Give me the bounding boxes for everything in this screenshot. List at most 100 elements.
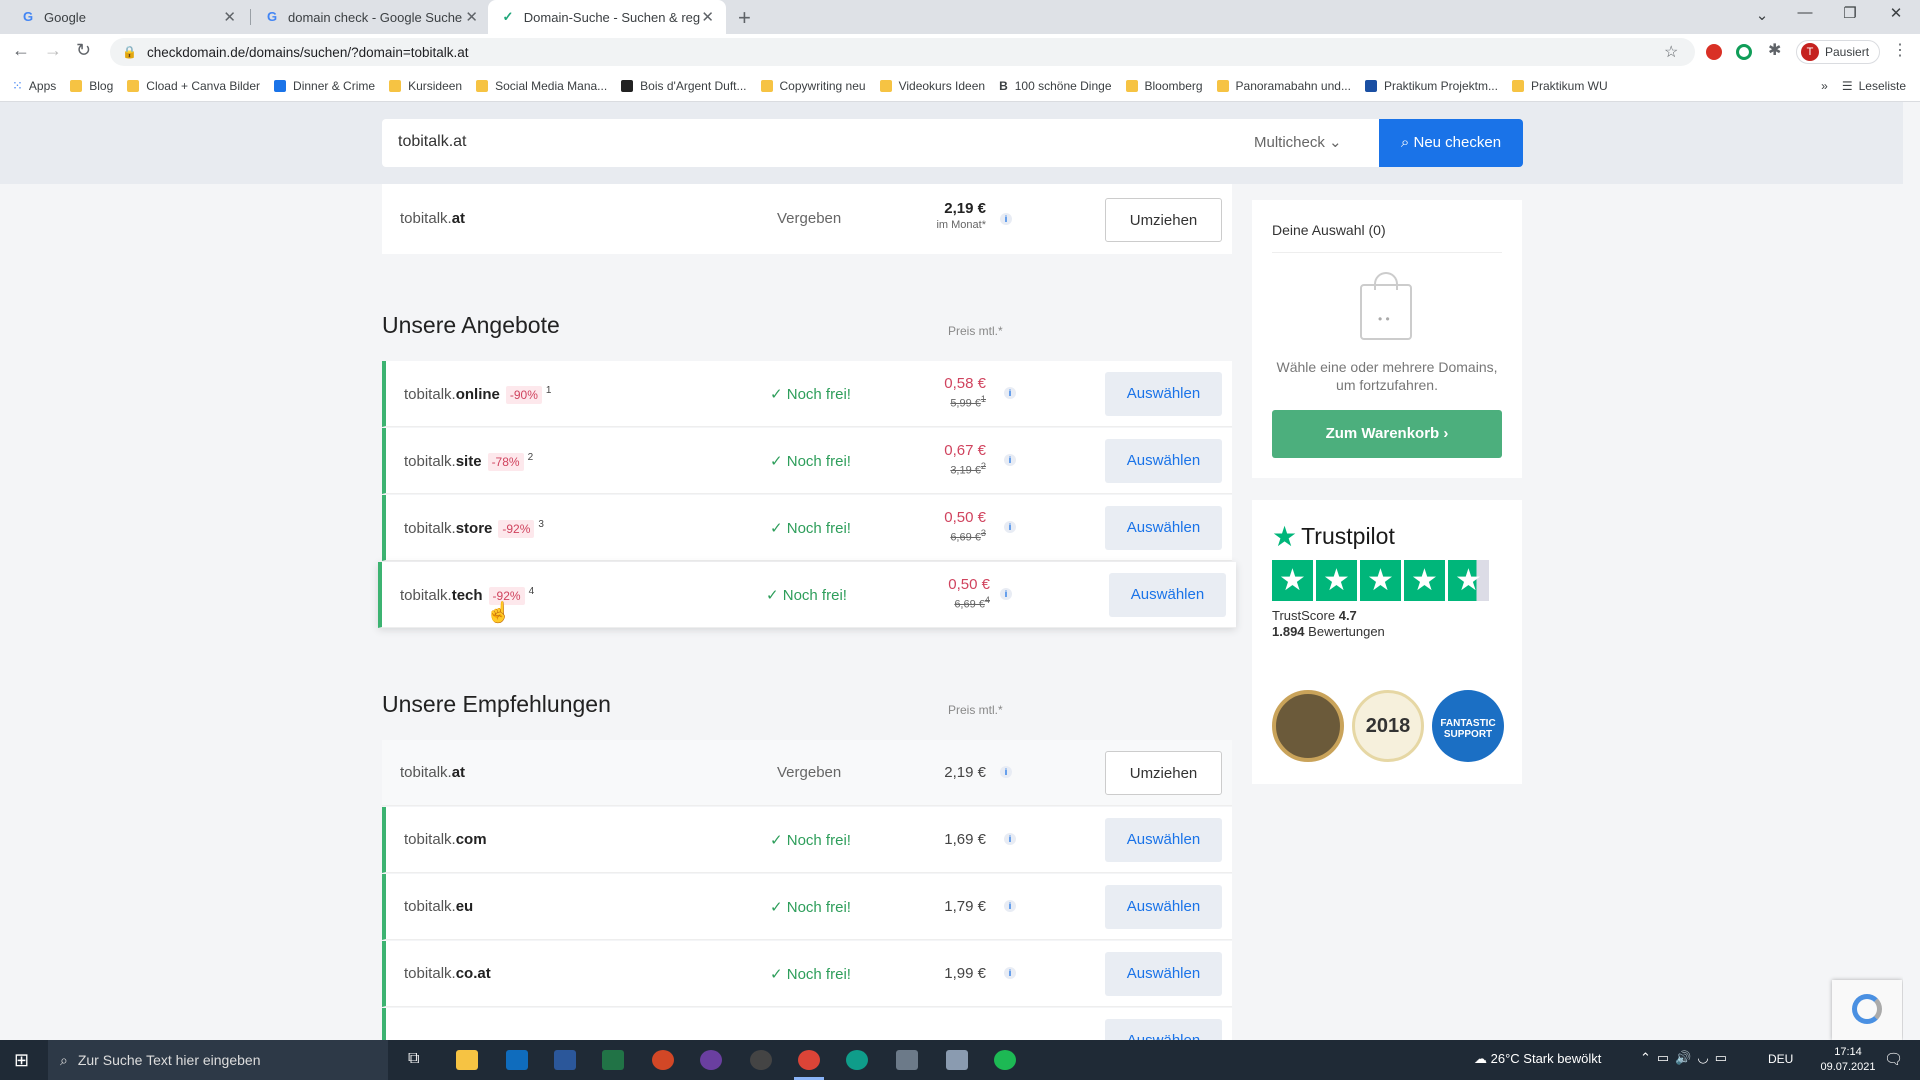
auswaehlen-button[interactable]: Auswählen: [1105, 818, 1222, 862]
trustscore: TrustScore 4.7: [1272, 608, 1357, 623]
spotify-icon[interactable]: [994, 1050, 1016, 1070]
umziehen-button[interactable]: Umziehen: [1105, 751, 1222, 795]
divider: [1272, 252, 1502, 253]
info-icon[interactable]: i: [1004, 454, 1016, 466]
auswaehlen-button[interactable]: Auswählen: [1105, 372, 1222, 416]
bookmark-item[interactable]: Cload + Canva Bilder: [127, 79, 260, 93]
reading-list[interactable]: ☰ Leseliste: [1842, 79, 1906, 93]
tab-title: Google: [44, 9, 86, 25]
auswaehlen-button[interactable]: Auswählen: [1105, 1019, 1222, 1040]
bookmark-label: Praktikum Projektm...: [1383, 78, 1498, 93]
chrome-icon[interactable]: [798, 1050, 820, 1070]
close-icon[interactable]: ✕: [223, 8, 236, 26]
app-icon[interactable]: [896, 1050, 918, 1070]
language-indicator[interactable]: DEU: [1768, 1052, 1793, 1066]
reload-icon[interactable]: ↻: [76, 40, 91, 61]
umziehen-button[interactable]: Umziehen: [1105, 198, 1222, 242]
bookmark-item[interactable]: Dinner & Crime: [274, 79, 375, 93]
forward-arrow-icon[interactable]: →: [44, 40, 62, 61]
tab-google[interactable]: G Google ✕: [8, 0, 248, 34]
close-icon[interactable]: ✕: [465, 8, 478, 26]
bookmark-apps[interactable]: ⁙ Apps: [12, 78, 56, 94]
auswaehlen-button[interactable]: Auswählen: [1109, 573, 1226, 617]
tab-domain-check[interactable]: G domain check - Google Suche ✕: [252, 0, 490, 34]
window-close-button[interactable]: ✕: [1876, 4, 1916, 22]
bookmark-label: Copywriting neu: [779, 78, 866, 93]
info-icon[interactable]: i: [1004, 833, 1016, 845]
zum-warenkorb-button[interactable]: Zum Warenkorb ›: [1272, 410, 1502, 458]
bookmark-item[interactable]: Bloomberg: [1125, 79, 1203, 93]
windows-start-icon[interactable]: ⊞: [14, 1050, 29, 1071]
price: 0,67 €3,19 €2: [944, 442, 986, 477]
weather-text: 26°C Stark bewölkt: [1490, 1051, 1602, 1066]
info-icon[interactable]: i: [1004, 900, 1016, 912]
offer-row-store: tobitalk.store -92% 3 ✓ Noch frei! 0,50 €6,6…: [382, 495, 1232, 561]
price: 0,50 €6,69 €4: [948, 576, 990, 611]
cloud-icon: ☁: [1474, 1051, 1491, 1066]
tab-title: domain check - Google Suche: [288, 9, 463, 25]
recaptcha-badge[interactable]: [1832, 980, 1902, 1040]
app-icon[interactable]: [700, 1050, 722, 1070]
info-icon[interactable]: i: [1004, 521, 1016, 533]
rating-stars: ★ ★ ★ ★ ★: [1272, 560, 1489, 601]
file-explorer-icon[interactable]: [456, 1050, 478, 1070]
taskbar-search[interactable]: ⌕ Zur Suche Text hier eingeben: [48, 1040, 388, 1080]
maximize-button[interactable]: ❐: [1830, 4, 1870, 22]
empty-bag-icon: • •: [1360, 272, 1412, 340]
task-view-icon[interactable]: ⧉: [408, 1050, 419, 1068]
notifications-icon[interactable]: 🗨: [1884, 1050, 1903, 1068]
extension-grammarly-icon[interactable]: [1736, 44, 1752, 60]
word-icon[interactable]: [554, 1050, 576, 1070]
app-icon[interactable]: [946, 1050, 968, 1070]
address-bar[interactable]: 🔒 checkdomain.de/domains/suchen/?domain=…: [110, 38, 1695, 66]
back-arrow-icon[interactable]: ←: [12, 40, 30, 61]
info-icon[interactable]: i: [1000, 213, 1012, 225]
info-icon[interactable]: i: [1000, 766, 1012, 778]
menu-kebab-icon[interactable]: ⋮: [1892, 40, 1908, 60]
bookmark-item[interactable]: Panoramabahn und...: [1216, 79, 1351, 93]
clock[interactable]: 17:14 09.07.2021: [1818, 1045, 1878, 1075]
domain-search-input[interactable]: tobitalk.at: [382, 119, 1379, 167]
bookmark-item[interactable]: Kursideen: [389, 79, 462, 93]
bookmark-item[interactable]: Videokurs Ideen: [879, 79, 985, 93]
trustpilot-panel: ★ Trustpilot ★ ★ ★ ★ ★ TrustScore 4.7 1.8…: [1252, 500, 1522, 784]
more-bookmarks-icon[interactable]: »: [1821, 79, 1828, 93]
auswaehlen-button[interactable]: Auswählen: [1105, 439, 1222, 483]
mail-icon[interactable]: [506, 1050, 528, 1070]
minimize-button[interactable]: —: [1785, 4, 1825, 21]
auswaehlen-button[interactable]: Auswählen: [1105, 952, 1222, 996]
discount-badge: -90%: [505, 386, 542, 404]
award-2018-badge: 2018: [1352, 690, 1424, 762]
system-tray-icons[interactable]: ⌃▭🔊◡▭: [1640, 1050, 1733, 1066]
auswaehlen-button[interactable]: Auswählen: [1105, 885, 1222, 929]
bookmark-item[interactable]: Praktikum WU: [1511, 79, 1608, 93]
tab-domain-suche[interactable]: ✓ Domain-Suche - Suchen & regist ✕: [488, 0, 726, 34]
bookmark-item[interactable]: Praktikum Projektm...: [1364, 78, 1498, 93]
neu-checken-button[interactable]: ⌕ Neu checken: [1379, 119, 1523, 167]
bookmark-item[interactable]: Bois d'Argent Duft...: [621, 79, 747, 93]
price: 2,19 €: [944, 764, 986, 781]
excel-icon[interactable]: [602, 1050, 624, 1070]
info-icon[interactable]: i: [1004, 967, 1016, 979]
bookmark-item[interactable]: B 100 schöne Dinge: [999, 79, 1111, 93]
close-icon[interactable]: ✕: [701, 8, 714, 26]
new-tab-button[interactable]: +: [738, 5, 751, 31]
extension-abp-icon[interactable]: [1706, 44, 1722, 60]
info-icon[interactable]: i: [1004, 387, 1016, 399]
app-icon[interactable]: [750, 1050, 772, 1070]
multicheck-dropdown[interactable]: Multicheck ⌄: [1254, 119, 1379, 167]
bookmark-item[interactable]: Blog: [70, 79, 113, 93]
tab-search-icon[interactable]: ⌄: [1742, 6, 1782, 24]
star-icon[interactable]: ☆: [1664, 42, 1678, 62]
profile-button[interactable]: T Pausiert: [1796, 40, 1881, 64]
bookmark-item[interactable]: Social Media Mana...: [476, 79, 607, 93]
weather[interactable]: ☁ 26°C Stark bewölkt: [1474, 1051, 1601, 1067]
powerpoint-icon[interactable]: [652, 1050, 674, 1070]
extensions-puzzle-icon[interactable]: ✱: [1768, 40, 1781, 60]
edge-icon[interactable]: [846, 1050, 868, 1070]
status-available: ✓ Noch frei!: [766, 587, 847, 604]
auswaehlen-button[interactable]: Auswählen: [1105, 506, 1222, 550]
bookmark-item[interactable]: Copywriting neu: [760, 78, 866, 93]
info-icon[interactable]: i: [1000, 588, 1012, 600]
windows-taskbar: ⊞ ⌕ Zur Suche Text hier eingeben ⧉ ☁ 26°C…: [0, 1040, 1920, 1080]
